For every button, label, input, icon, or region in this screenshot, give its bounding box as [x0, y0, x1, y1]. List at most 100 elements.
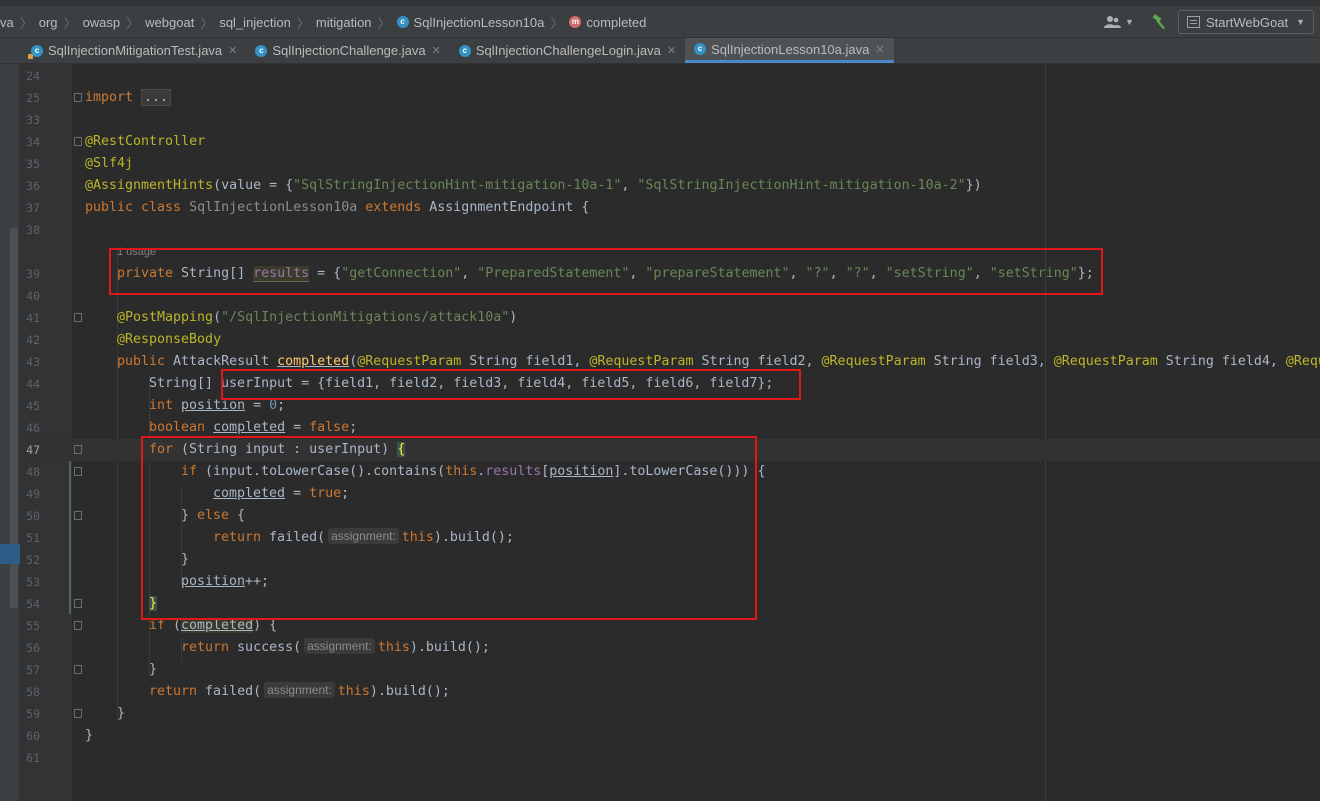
code-text: position++; — [181, 574, 270, 589]
fold-icon[interactable] — [74, 665, 82, 674]
fold-icon[interactable] — [74, 467, 82, 476]
breadcrumb-separator: 〉 — [63, 15, 77, 31]
hammer-icon[interactable] — [1152, 14, 1168, 30]
code-line: 50 } else { — [20, 505, 1320, 527]
line-number: 46 — [26, 421, 40, 435]
code-text: @Slf4j — [85, 156, 134, 171]
tab-label: SqlInjectionMitigationTest.java — [48, 43, 223, 58]
code-line: 61 — [20, 747, 1320, 769]
code-line: 24 — [20, 65, 1320, 87]
code-text: return failed(assignment: this).build(); — [149, 682, 450, 699]
close-icon[interactable]: ✕ — [228, 44, 237, 57]
run-config-label: StartWebGoat — [1205, 14, 1289, 30]
code-line: 40 — [20, 285, 1320, 307]
tab-sqlinjectionlesson10a[interactable]: c SqlInjectionLesson10a.java ✕ — [685, 38, 894, 63]
code-line-current: 47 for (String input : userInput) { — [20, 439, 1320, 461]
inlay-hint: assignment: — [328, 528, 399, 544]
line-number: 39 — [26, 267, 40, 281]
line-number: 56 — [26, 641, 40, 655]
code-text: if (input.toLowerCase().contains(this.re… — [181, 464, 766, 479]
fold-icon[interactable] — [74, 445, 82, 454]
code-text: @AssignmentHints(value = {"SqlStringInje… — [85, 178, 982, 193]
fold-icon[interactable] — [74, 709, 82, 718]
line-number: 33 — [26, 113, 40, 127]
code-text: } — [149, 662, 158, 677]
code-line: 38 — [20, 219, 1320, 241]
class-icon: c — [28, 44, 43, 59]
fold-icon[interactable] — [74, 621, 82, 630]
method-icon: m — [569, 16, 582, 28]
code-text: completed = true; — [213, 486, 350, 501]
line-number: 35 — [26, 157, 40, 171]
breadcrumb-separator: 〉 — [550, 15, 564, 31]
code-line: 52 } — [20, 549, 1320, 571]
line-number: 49 — [26, 487, 40, 501]
breadcrumb-separator: 〉 — [296, 15, 310, 31]
toolbar-right: ▼ StartWebGoat ▼ — [1104, 10, 1314, 34]
line-number: 52 — [26, 553, 40, 567]
code-line: 35 @Slf4j — [20, 153, 1320, 175]
line-number: 45 — [26, 399, 40, 413]
line-number: 58 — [26, 685, 40, 699]
breadcrumb-item-method[interactable]: m completed — [569, 15, 646, 30]
code-text: } — [181, 552, 190, 567]
code-text: return failed(assignment: this).build(); — [213, 528, 514, 545]
code-text: @RestController — [85, 134, 206, 149]
tool-window-marker — [0, 544, 20, 564]
close-icon[interactable]: ✕ — [432, 44, 441, 57]
tab-sqlinjectionchallenge[interactable]: c SqlInjectionChallenge.java ✕ — [246, 38, 449, 63]
fold-icon[interactable] — [74, 313, 82, 322]
line-number: 57 — [26, 663, 40, 677]
breadcrumb-label: org — [38, 14, 58, 30]
code-line: 44 String[] userInput = {field1, field2,… — [20, 373, 1320, 395]
user-menu-button[interactable]: ▼ — [1104, 15, 1134, 29]
usage-hint[interactable]: 1 usage — [117, 246, 156, 258]
line-number: 54 — [26, 597, 40, 611]
code-line: 41 @PostMapping("/SqlInjectionMitigation… — [20, 307, 1320, 329]
line-number: 48 — [26, 465, 40, 479]
code-line: 55 if (completed) { — [20, 615, 1320, 637]
code-text: private String[] results = {"getConnecti… — [117, 266, 1094, 282]
fold-icon[interactable] — [74, 599, 82, 608]
code-text: boolean completed = false; — [149, 420, 358, 435]
breadcrumb-label: webgoat — [145, 14, 195, 30]
breadcrumb-label: owasp — [82, 14, 121, 30]
breadcrumb-item-org[interactable]: org — [39, 15, 58, 30]
fold-icon[interactable] — [74, 511, 82, 520]
code-line: 57 } — [20, 659, 1320, 681]
fold-icon[interactable] — [74, 137, 82, 146]
code-line: 37 public class SqlInjectionLesson10a ex… — [20, 197, 1320, 219]
close-icon[interactable]: ✕ — [875, 43, 884, 56]
inlay-hint: assignment: — [264, 682, 335, 698]
breadcrumb-item-webgoat[interactable]: webgoat — [145, 15, 194, 30]
user-icon — [1104, 16, 1122, 28]
code-line: 39 private String[] results = {"getConne… — [20, 263, 1320, 285]
fold-icon[interactable] — [74, 93, 82, 102]
breadcrumb: va 〉 org 〉 owasp 〉 webgoat 〉 sql_injecti… — [0, 12, 646, 32]
chevron-down-icon: ▼ — [1296, 17, 1305, 27]
line-number: 42 — [26, 333, 40, 347]
code-line: 58 return failed(assignment: this).build(… — [20, 681, 1320, 703]
close-icon[interactable]: ✕ — [667, 44, 676, 57]
breadcrumb-item-va[interactable]: va — [0, 15, 14, 30]
breadcrumb-item-class[interactable]: c SqlInjectionLesson10a — [396, 15, 544, 30]
line-number: 53 — [26, 575, 40, 589]
code-text: int position = 0; — [149, 398, 286, 413]
code-text: public AttackResult completed(@RequestPa… — [117, 354, 1320, 369]
run-configuration-select[interactable]: StartWebGoat ▼ — [1177, 10, 1314, 34]
code-line: 33 — [20, 109, 1320, 131]
tab-label: SqlInjectionLesson10a.java — [711, 41, 870, 57]
line-number: 60 — [26, 729, 40, 743]
editor-tabs: c SqlInjectionMitigationTest.java ✕ c Sq… — [22, 38, 894, 64]
code-text: } — [149, 596, 158, 611]
code-line: 48 if (input.toLowerCase().contains(this… — [20, 461, 1320, 483]
tab-sqlinjectionchallengelogin[interactable]: c SqlInjectionChallengeLogin.java ✕ — [450, 38, 685, 63]
code-text: public class SqlInjectionLesson10a exten… — [85, 200, 590, 215]
breadcrumb-separator: 〉 — [19, 15, 33, 31]
line-number: 44 — [26, 377, 40, 391]
breadcrumb-item-sql-injection[interactable]: sql_injection — [219, 15, 291, 30]
breadcrumb-item-mitigation[interactable]: mitigation — [316, 15, 372, 30]
class-icon: c — [694, 43, 707, 55]
breadcrumb-item-owasp[interactable]: owasp — [83, 15, 121, 30]
tab-sqlinjectionmitigationtest[interactable]: c SqlInjectionMitigationTest.java ✕ — [22, 38, 246, 63]
